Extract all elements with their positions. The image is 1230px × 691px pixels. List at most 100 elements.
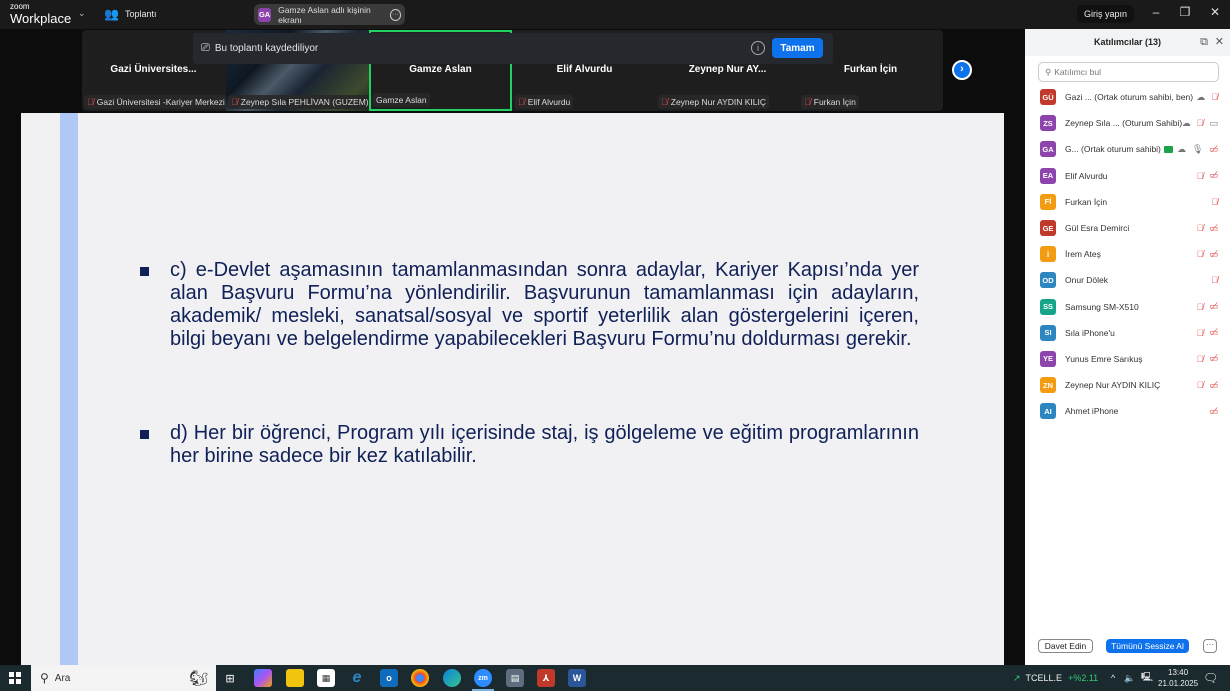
word-icon[interactable]: W (568, 669, 586, 687)
login-button[interactable]: Giriş yapın (1077, 5, 1134, 23)
mic-off-icon[interactable]: 🎙̸ (1197, 354, 1204, 364)
participant-status-icons: 🎙̸ ▭̸ (1197, 327, 1218, 338)
avatar: ZS (1040, 115, 1056, 132)
participant-name: Yunus Emre Sarıkuş (1065, 353, 1143, 364)
search-icon: ⚲ (1045, 66, 1052, 77)
participant-name: Samsung SM-X510 (1065, 301, 1139, 312)
notifications-icon[interactable]: 🗨 (1203, 665, 1218, 691)
volume-icon[interactable]: 🔈 (1124, 665, 1135, 691)
video-icon[interactable]: ▭ (1209, 118, 1218, 129)
participant-row[interactable]: EA Elif Alvurdu 🎙̸ ▭̸ (1025, 163, 1230, 189)
mic-off-icon[interactable]: 🎙̸ (1211, 275, 1218, 285)
participant-row[interactable]: ZN Zeynep Nur AYDIN KILIÇ 🎙̸ ▭̸ (1025, 372, 1230, 398)
more-options-icon[interactable]: ··· (389, 8, 401, 21)
system-clock[interactable]: 13:40 21.01.2025 (1158, 667, 1198, 689)
participant-label: 🎙̸ Furkan İçin (801, 95, 859, 109)
participant-status-icons: 🎙̸ (1211, 197, 1218, 207)
cloud-icon[interactable]: ☁ (1177, 144, 1186, 155)
copilot-icon[interactable] (254, 669, 272, 687)
mic-off-icon[interactable]: 🎙̸ (1197, 249, 1204, 259)
close-icon[interactable]: ✕ (1205, 5, 1225, 19)
participant-row[interactable]: OD Onur Dölek 🎙̸ (1025, 267, 1230, 293)
invite-button[interactable]: Davet Edin (1038, 639, 1093, 653)
avatar: İ (1040, 246, 1056, 263)
meeting-tab[interactable]: 👥 Toplantı (104, 7, 156, 21)
video-off-icon[interactable]: ▭̸ (1209, 144, 1218, 155)
pop-out-icon[interactable]: ⧉ (1200, 29, 1208, 56)
mic-off-icon[interactable]: 🎙̸ (1197, 302, 1204, 312)
store-icon[interactable]: ▦ (317, 669, 335, 687)
participant-status-icons: ☁ 🎙̸ (1196, 92, 1218, 103)
video-off-icon[interactable]: ▭̸ (1209, 170, 1218, 181)
mic-icon[interactable]: 🎙 (1192, 144, 1203, 155)
info-icon[interactable]: i (751, 41, 765, 55)
video-off-icon[interactable]: ▭̸ (1209, 406, 1218, 417)
participant-status-icons: 🎙̸ ▭̸ (1197, 353, 1218, 364)
participant-row[interactable]: GE Gül Esra Demirci 🎙̸ ▭̸ (1025, 215, 1230, 241)
chevron-down-icon[interactable]: ⌄ (78, 8, 86, 19)
participant-row[interactable]: GÜ Gazi ... (Ortak oturum sahibi, ben) ☁ 🎙̸ (1025, 84, 1230, 110)
mic-off-icon[interactable]: 🎙̸ (1197, 328, 1204, 338)
participant-status-icons: 🎙̸ ▭̸ (1197, 170, 1218, 181)
participant-row[interactable]: SI Sıla iPhone'u 🎙̸ ▭̸ (1025, 320, 1230, 346)
outlook-icon[interactable]: o (380, 669, 398, 687)
mute-all-button[interactable]: Tümünü Sessize Al (1106, 639, 1189, 653)
zoom-app-icon[interactable]: zm (472, 669, 494, 691)
next-page-button[interactable]: › (952, 60, 972, 80)
cloud-icon[interactable]: ☁ (1182, 118, 1191, 129)
participant-row[interactable]: YE Yunus Emre Sarıkuş 🎙̸ ▭̸ (1025, 346, 1230, 372)
participant-search-input[interactable]: ⚲ Katılımcı bul (1038, 62, 1219, 82)
participant-row[interactable]: GA G... (Ortak oturum sahibi) ☁ 🎙 ▭̸ (1025, 136, 1230, 162)
video-off-icon[interactable]: ▭̸ (1209, 223, 1218, 234)
restore-icon[interactable]: ❐ (1175, 5, 1195, 19)
mic-off-icon[interactable]: 🎙̸ (1211, 197, 1218, 207)
participant-row[interactable]: Fİ Furkan İçin 🎙̸ (1025, 189, 1230, 215)
video-off-icon[interactable]: ▭̸ (1209, 301, 1218, 312)
participant-status-icons: 🎙̸ ▭̸ (1197, 380, 1218, 391)
video-off-icon[interactable]: ▭̸ (1209, 353, 1218, 364)
mic-off-icon: 🎙̸ (231, 97, 238, 107)
calculator-icon[interactable]: ▤ (506, 669, 524, 687)
avatar: GE (1040, 220, 1056, 237)
file-explorer-icon[interactable] (286, 669, 304, 687)
chevron-up-icon[interactable]: ^ (1111, 665, 1115, 691)
task-view-icon[interactable]: ⊞ (221, 669, 239, 687)
screen-share-indicator[interactable]: GA Gamze Aslan adlı kişinin ekranı ··· (254, 4, 405, 25)
cloud-icon[interactable]: ☁ (1196, 92, 1205, 103)
mic-off-icon[interactable]: 🎙̸ (1211, 92, 1218, 102)
participant-label: 🎙̸ Zeynep Nur AYDIN KILIÇ (658, 95, 770, 109)
ok-button[interactable]: Tamam (772, 38, 823, 58)
video-off-icon[interactable]: ▭̸ (1209, 249, 1218, 260)
participants-panel: Katılımcılar (13) ⧉ ✕ ⚲ Katılımcı bul GÜ… (1025, 29, 1230, 665)
bullet-square-icon (140, 267, 149, 276)
slide-bullet: c) e-Devlet aşamasının tamamlanmasından … (140, 259, 919, 351)
video-off-icon[interactable]: ▭̸ (1209, 327, 1218, 338)
participant-row[interactable]: İ İrem Ateş 🎙̸ ▭̸ (1025, 241, 1230, 267)
avatar: SS (1040, 298, 1056, 315)
minimize-icon[interactable]: – (1146, 5, 1166, 19)
more-button[interactable]: ··· (1203, 639, 1217, 653)
participant-name: Furkan İçin (1065, 196, 1108, 207)
participant-name: Gazi ... (Ortak oturum sahibi, ben) (1065, 92, 1194, 103)
taskbar-search-input[interactable]: ⚲ Ara 🐿 (31, 665, 216, 691)
chrome-icon[interactable] (411, 669, 429, 687)
participant-label: Gamze Aslan (373, 93, 430, 107)
video-off-icon[interactable]: ▭̸ (1209, 380, 1218, 391)
mic-off-icon[interactable]: 🎙̸ (1197, 118, 1204, 128)
network-icon[interactable]: 🖳 (1141, 665, 1153, 691)
windows-start-icon[interactable] (9, 672, 21, 684)
participant-row[interactable]: ZS Zeynep Sıla ... (Oturum Sahibi) ☁ 🎙̸ ▭ (1025, 110, 1230, 136)
participant-row[interactable]: SS Samsung SM-X510 🎙̸ ▭̸ (1025, 294, 1230, 320)
mic-off-icon[interactable]: 🎙̸ (1197, 223, 1204, 233)
edge-icon[interactable] (443, 669, 461, 687)
avatar: Fİ (1040, 193, 1056, 210)
participant-row[interactable]: AI Ahmet iPhone ▭̸ (1025, 398, 1230, 424)
acrobat-icon[interactable]: ⅄ (537, 669, 555, 687)
internet-explorer-icon[interactable]: e (348, 669, 366, 687)
mic-off-icon[interactable]: 🎙̸ (1197, 380, 1204, 390)
mic-off-icon[interactable]: 🎙̸ (1197, 171, 1204, 181)
participants-header: Katılımcılar (13) ⧉ ✕ (1025, 29, 1230, 56)
close-icon[interactable]: ✕ (1215, 29, 1224, 56)
stock-widget[interactable]: ↗ TCELL.E +%2.11 (1013, 665, 1098, 691)
avatar: GÜ (1040, 89, 1056, 106)
